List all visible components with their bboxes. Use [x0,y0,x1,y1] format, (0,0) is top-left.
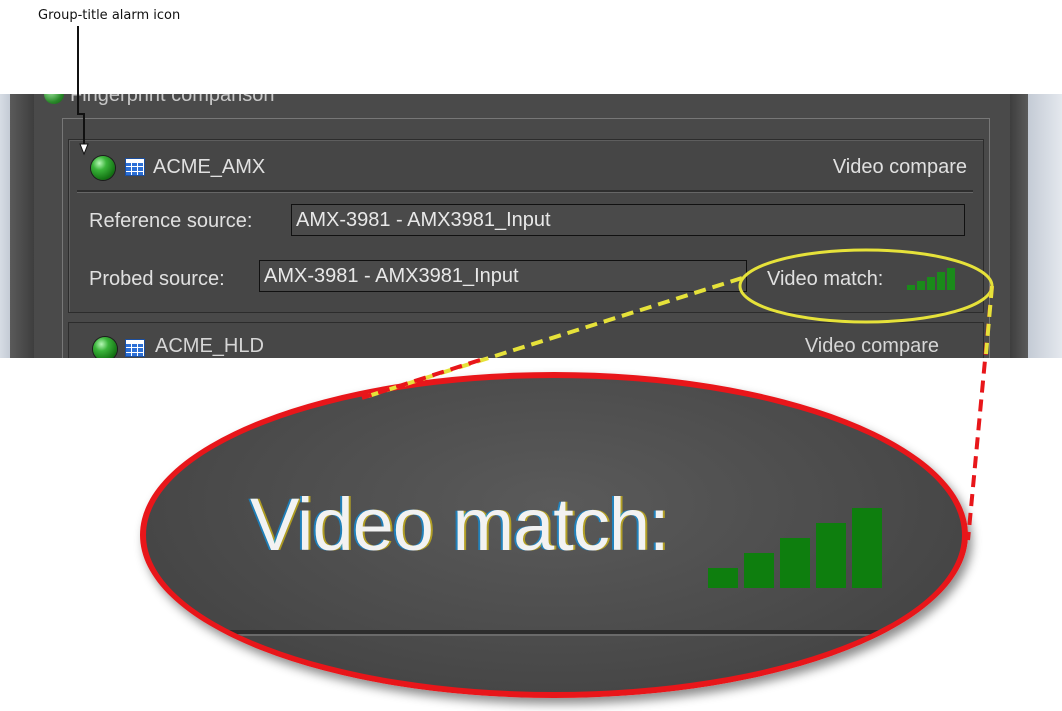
outer-group-title: Fingerprint comparison [70,94,275,106]
level-bar [947,268,955,290]
title-separator [77,190,973,193]
outer-group-alarm-icon [44,94,64,104]
level-bar [937,272,945,290]
probed-source-label: Probed source: [89,268,225,290]
group-title: ACME_AMX [153,156,266,178]
zoom-video-match-label: Video match: [250,483,670,566]
reference-source-label: Reference source: [89,210,253,232]
zoom-video-match-level-bars [708,506,882,588]
callout-label: Group-title alarm icon [38,8,181,23]
level-bar [917,280,925,290]
level-bar [907,285,915,290]
grid-table-icon [125,339,145,357]
video-match-level-bars [907,266,955,290]
left-window-frame [0,94,34,358]
next-group-mode-label: Video compare [804,335,939,357]
level-bar [816,523,846,588]
reference-source-field[interactable]: AMX-3981 - AMX3981_Input [291,204,965,236]
group-panel-next: ACME_HLD Video compare [68,322,984,358]
video-match-label: Video match: [767,268,884,290]
next-group-alarm-icon[interactable] [93,337,117,358]
screenshot-panel: Fingerprint comparison ACME_AMX Video co… [0,94,1062,358]
grid-table-icon [125,158,145,176]
group-panel-acme-amx: ACME_AMX Video compare Reference source:… [68,139,984,313]
level-bar [780,538,810,588]
level-bar [852,508,882,588]
group-mode-label: Video compare [832,156,967,178]
probed-source-field[interactable]: AMX-3981 - AMX3981_Input [259,260,747,292]
zoom-divider [186,630,946,636]
next-group-title: ACME_HLD [155,335,264,357]
level-bar [708,568,738,588]
level-bar [927,276,935,290]
level-bar [744,553,774,588]
group-title-alarm-icon[interactable] [91,156,115,180]
zoom-ellipse: Video match: [140,372,968,698]
right-window-frame [1010,94,1062,358]
